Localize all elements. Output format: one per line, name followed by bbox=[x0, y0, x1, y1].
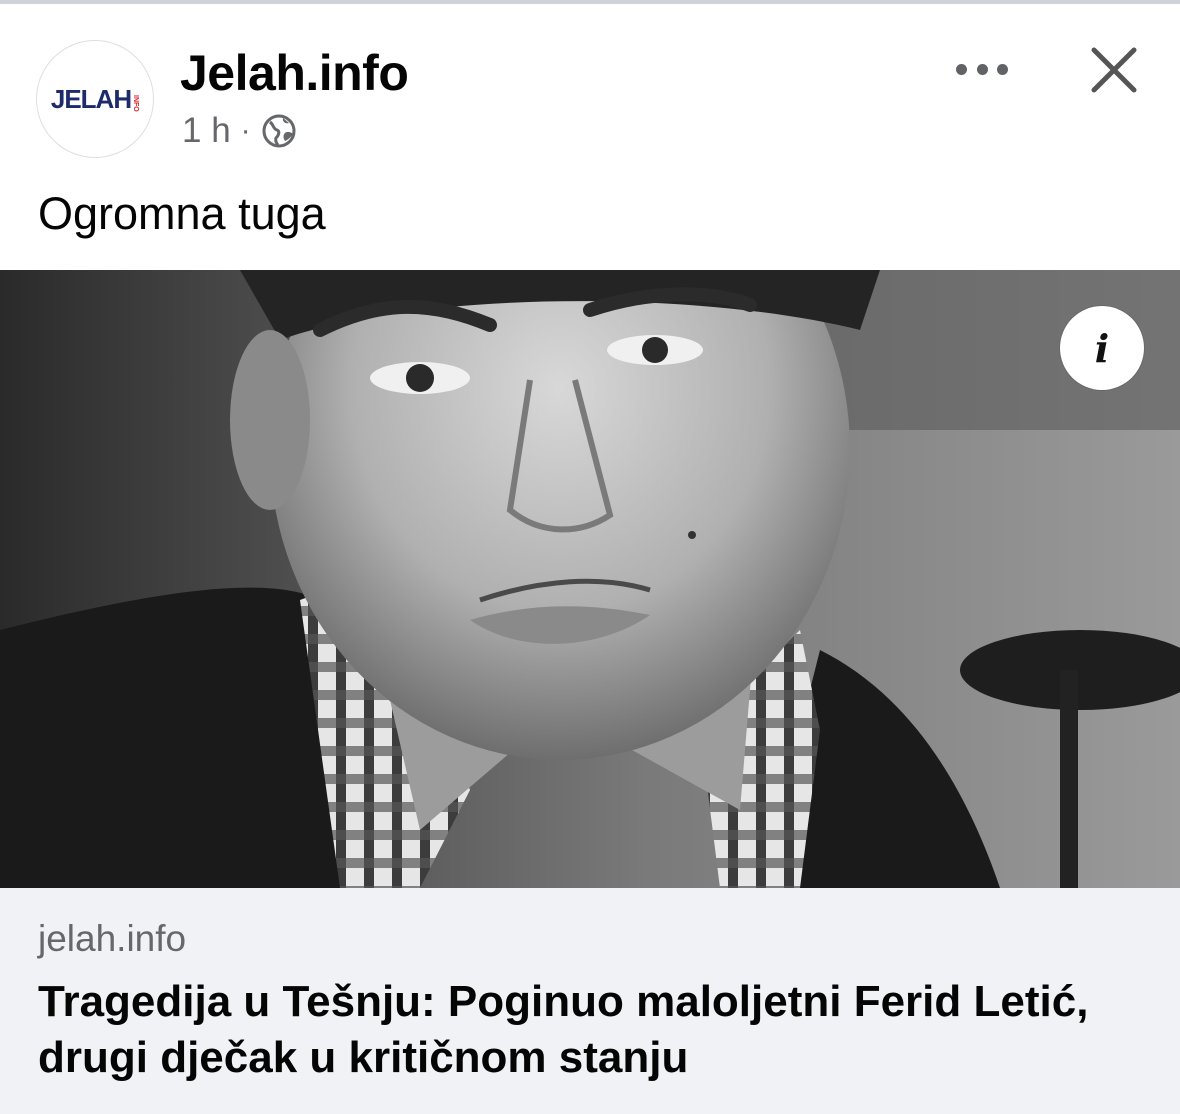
info-icon[interactable]: i bbox=[1060, 306, 1144, 390]
jelah-logo: JELAH INFO bbox=[51, 86, 139, 112]
post-meta: 1 h · bbox=[182, 108, 297, 154]
more-options-icon[interactable] bbox=[956, 56, 1008, 82]
link-title[interactable]: Tragedija u Tešnju: Poginuo maloljetni F… bbox=[38, 974, 1148, 1086]
top-divider bbox=[0, 0, 1180, 4]
page-avatar[interactable]: JELAH INFO bbox=[36, 40, 154, 158]
meta-separator: · bbox=[240, 114, 251, 147]
link-domain: jelah.info bbox=[38, 918, 187, 959]
logo-sub-text: INFO bbox=[132, 95, 140, 112]
globe-icon bbox=[262, 114, 296, 148]
close-icon[interactable] bbox=[1088, 44, 1140, 96]
post-caption: Ogromna tuga bbox=[38, 188, 326, 239]
portrait-photo bbox=[0, 270, 1180, 888]
more-dot bbox=[956, 63, 967, 75]
logo-text: JELAH bbox=[50, 84, 132, 114]
page-name-link[interactable]: Jelah.info bbox=[180, 44, 409, 102]
post-timestamp[interactable]: 1 h bbox=[182, 108, 231, 154]
more-dot bbox=[997, 63, 1008, 75]
link-preview-image[interactable] bbox=[0, 270, 1180, 888]
more-dot bbox=[976, 63, 988, 75]
